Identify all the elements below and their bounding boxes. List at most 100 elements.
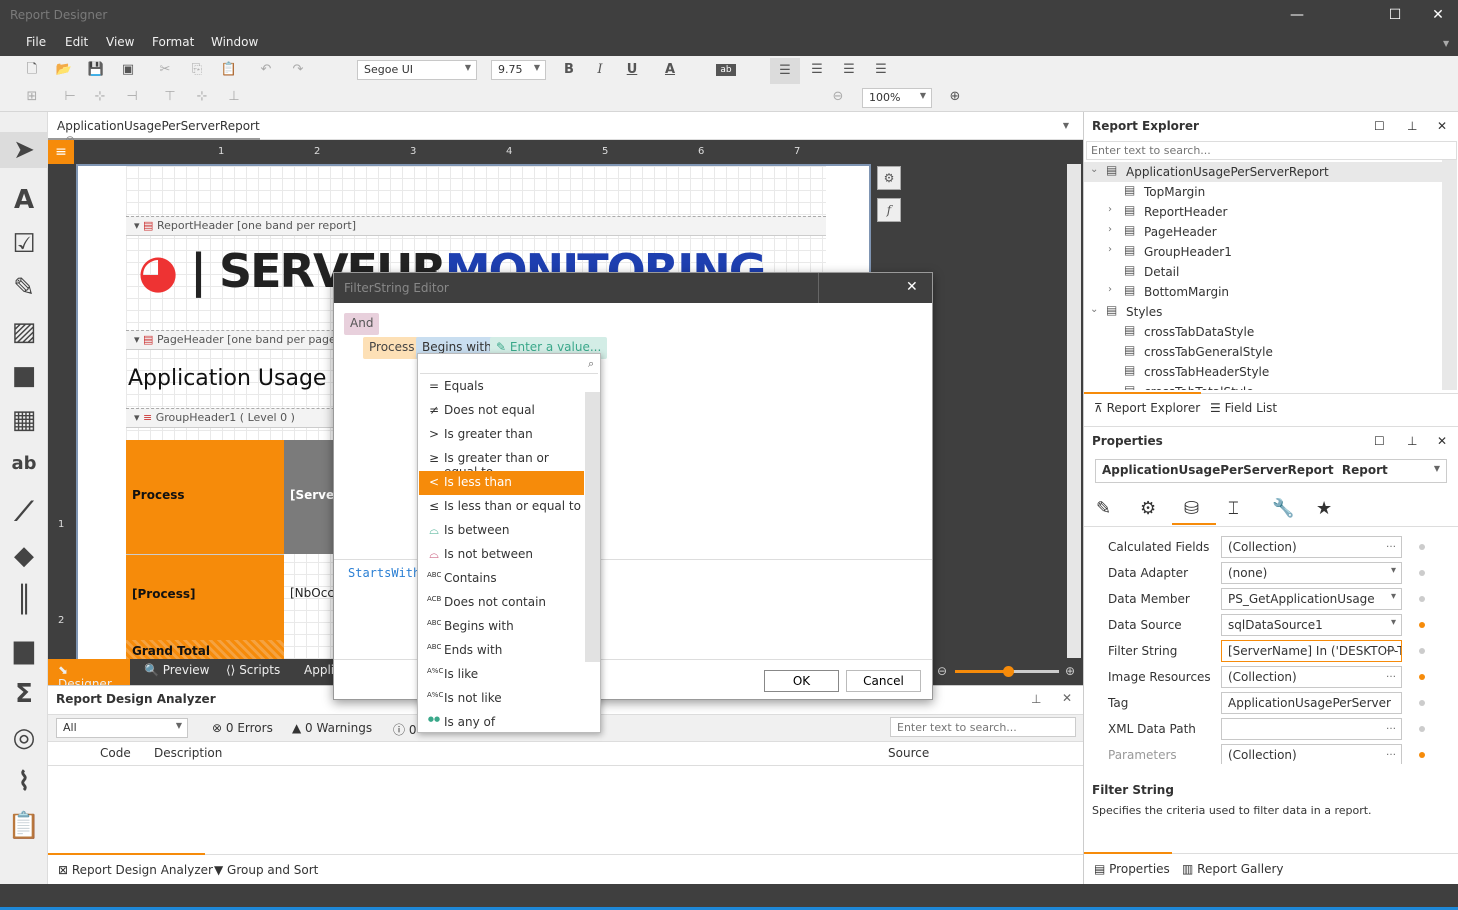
align-left-icon[interactable]: ☰ bbox=[770, 58, 800, 84]
justify-icon[interactable]: ☰ bbox=[871, 60, 891, 80]
picture-tool-icon[interactable]: ▨ bbox=[6, 314, 42, 350]
expand-icon[interactable]: › bbox=[1108, 224, 1112, 235]
tree-item[interactable]: ▤ Detail bbox=[1084, 262, 1442, 282]
operator-item[interactable]: ⌓ Is between bbox=[419, 519, 584, 543]
operator-item[interactable]: ≠ Does not equal bbox=[419, 399, 584, 423]
menu-format[interactable]: Format bbox=[152, 35, 194, 49]
editor-button[interactable]: … bbox=[1386, 747, 1396, 758]
tree-item[interactable]: ⌄ ▤ ApplicationUsagePerServerReport bbox=[1084, 162, 1442, 182]
pin-icon[interactable]: ⊥ bbox=[1031, 692, 1041, 706]
maximize-button[interactable]: ☐ bbox=[1372, 4, 1418, 26]
close-panel-icon[interactable]: ✕ bbox=[1437, 434, 1447, 448]
clipboard-tool-icon[interactable]: 📋 bbox=[6, 808, 42, 844]
tree-item[interactable]: ▤ crossTabHeaderStyle bbox=[1084, 362, 1442, 382]
align-right-icon[interactable]: ☰ bbox=[839, 60, 859, 80]
report-header-band[interactable]: ▾ ▤ ReportHeader [one band per report] bbox=[126, 216, 826, 236]
layout-tab-icon[interactable]: ⌶ bbox=[1228, 498, 1239, 519]
operator-item[interactable]: > Is greater than bbox=[419, 423, 584, 447]
expand-icon[interactable]: › bbox=[1108, 204, 1112, 215]
sum-tool-icon[interactable]: Σ bbox=[6, 676, 42, 712]
zoom-in-icon[interactable]: ⊕ bbox=[945, 87, 965, 107]
editor-button[interactable]: ▾ bbox=[1391, 591, 1396, 602]
barcode-tool-icon[interactable]: ║ bbox=[6, 582, 42, 618]
menu-window[interactable]: Window bbox=[211, 35, 258, 49]
label-tool-icon[interactable]: A bbox=[6, 182, 42, 218]
explorer-scrollbar[interactable] bbox=[1442, 160, 1457, 390]
operator-item[interactable]: ⌓ Is not between bbox=[419, 543, 584, 567]
font-name-combo[interactable]: Segoe UI ▼ bbox=[357, 60, 477, 80]
tab-report-gallery[interactable]: ▥ Report Gallery bbox=[1182, 862, 1284, 876]
float-icon[interactable]: ☐ bbox=[1374, 434, 1385, 448]
behavior-tab-icon[interactable]: ⚙ bbox=[1140, 498, 1156, 519]
editor-button[interactable]: … bbox=[1386, 669, 1396, 680]
explorer-search-input[interactable] bbox=[1086, 141, 1457, 160]
underline-button[interactable]: U bbox=[622, 60, 642, 80]
warnings-filter[interactable]: ▲ 0 Warnings bbox=[292, 721, 372, 735]
editor-button[interactable]: ▾ bbox=[1391, 617, 1396, 628]
align-tops-icon[interactable]: ⊤ bbox=[160, 87, 180, 107]
editor-button[interactable]: … bbox=[1386, 643, 1396, 654]
tree-item[interactable]: ▤ crossTabGeneralStyle bbox=[1084, 342, 1442, 362]
favorites-tab-icon[interactable]: ★ bbox=[1316, 498, 1332, 519]
tree-item[interactable]: › ▤ GroupHeader1 bbox=[1084, 242, 1442, 262]
zoom-out-icon[interactable]: ⊖ bbox=[828, 87, 848, 107]
tab-report-design-analyzer[interactable]: ⊠ Report Design Analyzer bbox=[58, 863, 213, 877]
document-tab[interactable]: ApplicationUsagePerServerReport ⊗ bbox=[48, 112, 260, 147]
property-value[interactable]: PS_GetApplicationUsage ▾ bbox=[1221, 588, 1402, 610]
operator-search-input[interactable] bbox=[420, 356, 598, 374]
property-value[interactable]: (Collection)… bbox=[1221, 744, 1402, 764]
panel-tool-icon[interactable]: ■ bbox=[6, 358, 42, 394]
align-lefts-icon[interactable]: ⊢ bbox=[60, 87, 80, 107]
bold-button[interactable]: B bbox=[559, 60, 579, 80]
menu-view[interactable]: View bbox=[106, 35, 134, 49]
operator-item[interactable]: A%C Is like bbox=[419, 663, 584, 687]
align-center-icon[interactable]: ☰ bbox=[807, 60, 827, 80]
redo-icon[interactable]: ↷ bbox=[288, 60, 308, 80]
function-icon[interactable]: f bbox=[877, 198, 901, 222]
dialog-close-button[interactable]: ✕ bbox=[906, 279, 918, 295]
canvas-scrollbar[interactable] bbox=[1067, 164, 1081, 658]
operator-item[interactable]: < Is less than bbox=[419, 471, 584, 495]
tree-item[interactable]: › ▤ PageHeader bbox=[1084, 222, 1442, 242]
align-bottoms-icon[interactable]: ⊥ bbox=[224, 87, 244, 107]
tab-properties[interactable]: ▤ Properties bbox=[1094, 862, 1170, 876]
operator-item[interactable]: ●● Is any of bbox=[419, 711, 584, 735]
tab-list-icon[interactable]: ▼ bbox=[1063, 121, 1069, 130]
tree-item[interactable]: ⌄ ▤ Styles bbox=[1084, 302, 1442, 322]
expand-icon[interactable]: › bbox=[1108, 244, 1112, 255]
group-operator-chip[interactable]: And bbox=[344, 313, 380, 335]
tree-item[interactable]: ▤ crossTabDataStyle bbox=[1084, 322, 1442, 342]
property-value[interactable]: (none) ▾ bbox=[1221, 562, 1402, 584]
field-chip[interactable]: Process bbox=[363, 337, 421, 359]
menu-overflow-icon[interactable]: ▼ bbox=[1443, 39, 1449, 48]
paste-icon[interactable]: 📋 bbox=[219, 60, 239, 80]
copy-icon[interactable]: ⎘ bbox=[187, 60, 207, 80]
close-button[interactable]: ✕ bbox=[1415, 4, 1458, 26]
report-title[interactable]: Application Usage p bbox=[128, 366, 347, 391]
pin-icon[interactable]: ⊥ bbox=[1407, 434, 1417, 448]
data-tab-icon[interactable]: ⛁ bbox=[1184, 498, 1199, 519]
property-value[interactable]: ApplicationUsagePerServer bbox=[1221, 692, 1402, 714]
expand-icon[interactable]: › bbox=[1108, 284, 1112, 295]
editor-button[interactable]: ▾ bbox=[1391, 565, 1396, 576]
align-centers-icon[interactable]: ⊹ bbox=[90, 87, 110, 107]
save-all-icon[interactable]: ▣ bbox=[118, 60, 138, 80]
messages-filter[interactable]: ⓘ 0 bbox=[393, 721, 416, 738]
tab-group-and-sort[interactable]: ▼ Group and Sort bbox=[214, 863, 318, 877]
shape-tool-icon[interactable]: ◆ bbox=[6, 538, 42, 574]
operator-item[interactable]: ACB Does not contain bbox=[419, 591, 584, 615]
tree-item[interactable]: ▤ crossTabTotalStyle bbox=[1084, 382, 1442, 390]
design-tab-icon[interactable]: 🔧 bbox=[1272, 498, 1294, 519]
operator-item[interactable]: A%C Is not like bbox=[419, 687, 584, 711]
pointer-tool-icon[interactable]: ➤ bbox=[0, 132, 48, 168]
operator-item[interactable]: ≥Is greater than or equal to bbox=[419, 447, 584, 479]
table-tool-icon[interactable]: ▦ bbox=[6, 402, 42, 438]
tab-designer[interactable]: ⬊ Designer bbox=[48, 659, 130, 691]
operator-item[interactable]: ABC Begins with bbox=[419, 615, 584, 639]
menu-edit[interactable]: Edit bbox=[65, 35, 88, 49]
zoom-minus-icon[interactable]: ⊖ bbox=[937, 664, 947, 678]
close-panel-icon[interactable]: ✕ bbox=[1437, 119, 1447, 133]
open-icon[interactable]: 📂 bbox=[54, 60, 74, 80]
align-to-grid-icon[interactable]: ⊞ bbox=[22, 87, 42, 107]
crosstab-header-cell[interactable]: Process bbox=[126, 440, 284, 554]
